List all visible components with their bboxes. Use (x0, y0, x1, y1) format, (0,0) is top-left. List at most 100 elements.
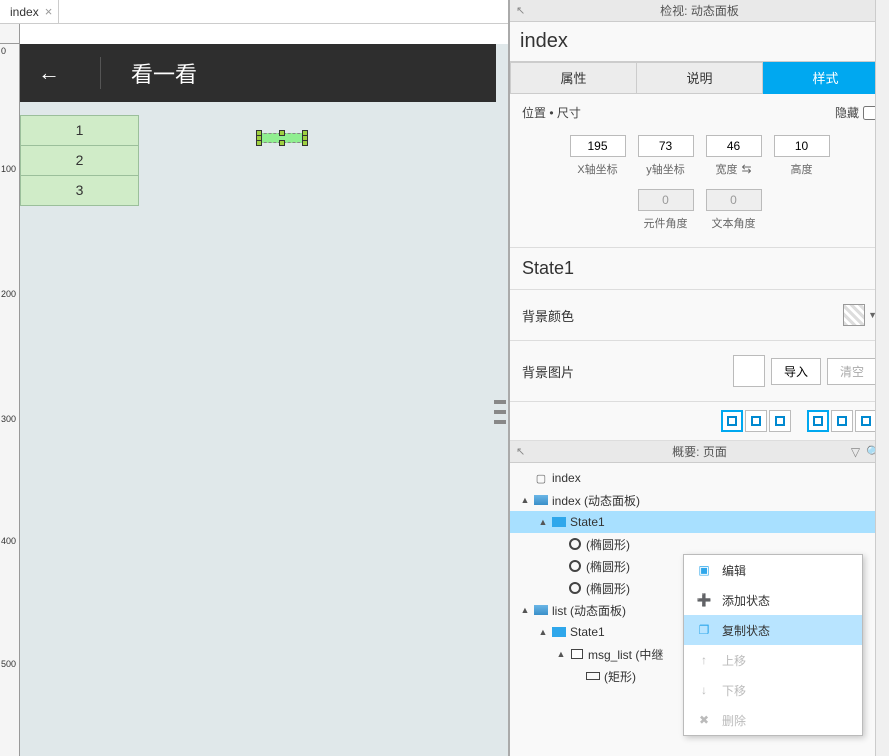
tree-label: (椭圆形) (586, 536, 630, 553)
dynamic-panel-icon (534, 605, 548, 615)
lock-aspect-icon: ⇆ (741, 162, 751, 176)
ruler-tick: 500 (1, 659, 16, 669)
import-button[interactable]: 导入 (771, 358, 821, 385)
tree-row-state[interactable]: ▲ State1 (510, 511, 889, 533)
x-input[interactable] (570, 135, 626, 157)
ctx-copy-state[interactable]: ❐ 复制状态 (684, 615, 862, 645)
ruler-tick: 300 (1, 414, 16, 424)
text-angle-input (706, 189, 762, 211)
tree-label: State1 (570, 625, 605, 639)
h-label: 高度 (791, 161, 813, 177)
tree-row-page[interactable]: ▢ index (510, 467, 889, 489)
ctx-add-state[interactable]: ➕ 添加状态 (684, 585, 862, 615)
ctx-label: 上移 (722, 652, 746, 669)
inspector-header: ↖ 检视: 动态面板 (510, 0, 889, 22)
outline-header-title: 概要: 页面 (672, 443, 727, 460)
collapse-arrow-icon[interactable]: ↖ (516, 4, 525, 17)
copy-icon: ❐ (696, 622, 712, 638)
mockup-title[interactable]: 看一看 (100, 57, 197, 89)
dynamic-panel-icon (534, 495, 548, 505)
txt-angle-label: 文本角度 (712, 215, 756, 231)
y-input[interactable] (638, 135, 694, 157)
bg-color-picker[interactable]: ▼ (843, 304, 877, 326)
close-icon[interactable]: × (45, 4, 53, 19)
collapse-arrow-icon[interactable]: ↖ (516, 445, 525, 458)
state-icon (552, 517, 566, 527)
y-label: y轴坐标 (646, 161, 685, 177)
rect-icon (586, 672, 600, 680)
bg-color-label: 背景颜色 (522, 306, 574, 325)
ctx-label: 下移 (722, 682, 746, 699)
bg-image-preview (733, 355, 765, 387)
list-item[interactable]: 1 (20, 115, 139, 146)
resize-handle[interactable] (279, 130, 285, 136)
scroll-marks (494, 400, 506, 424)
state-name: State1 (510, 248, 889, 290)
align-btn[interactable] (769, 410, 791, 432)
back-arrow-icon[interactable]: ← (38, 60, 60, 86)
width-input[interactable] (706, 135, 762, 157)
list-item[interactable]: 2 (20, 145, 139, 176)
outline-header: ↖ 概要: 页面 ▽🔍 (510, 441, 889, 463)
ellipse-icon (569, 538, 581, 550)
tree-label: (椭圆形) (586, 558, 630, 575)
ellipse-icon (569, 582, 581, 594)
tree-label: (椭圆形) (586, 580, 630, 597)
selected-name[interactable]: index (510, 22, 889, 62)
element-angle-input (638, 189, 694, 211)
ctx-edit[interactable]: ▣ 编辑 (684, 555, 862, 585)
filter-icon: ▽ (851, 445, 860, 459)
design-canvas[interactable]: ← 看一看 1 2 3 (20, 44, 508, 756)
section-bg-color: 背景颜色 ▼ (510, 290, 889, 341)
tree-label: index (动态面板) (552, 492, 640, 509)
selected-dynamic-panel[interactable] (259, 133, 305, 143)
tab-label: index (10, 5, 39, 19)
pos-size-label: 位置 • 尺寸 (522, 104, 581, 121)
ruler-corner (0, 24, 20, 44)
bg-image-label: 背景图片 (522, 362, 574, 381)
ctx-move-up: ↑ 上移 (684, 645, 862, 675)
tab-style[interactable]: 样式 (763, 62, 889, 94)
tree-label: (矩形) (604, 668, 636, 685)
tree-label: State1 (570, 515, 605, 529)
color-swatch-icon (843, 304, 865, 326)
tab-notes[interactable]: 说明 (637, 62, 763, 94)
ctx-label: 复制状态 (722, 622, 770, 639)
page-tab-bar: index × (0, 0, 508, 24)
tab-properties[interactable]: 属性 (510, 62, 637, 94)
resize-handle[interactable] (279, 140, 285, 146)
mockup-header[interactable]: ← 看一看 (20, 44, 496, 102)
page-tab-index[interactable]: index × (0, 0, 59, 23)
resize-handle[interactable] (302, 140, 308, 146)
align-btn[interactable] (855, 410, 877, 432)
up-icon: ↑ (696, 652, 712, 668)
add-icon: ➕ (696, 592, 712, 608)
el-angle-label: 元件角度 (644, 215, 688, 231)
edit-icon: ▣ (696, 562, 712, 578)
ctx-move-down: ↓ 下移 (684, 675, 862, 705)
align-btn[interactable] (745, 410, 767, 432)
align-buttons (510, 402, 889, 441)
page-icon: ▢ (534, 471, 548, 485)
mockup-list[interactable]: 1 2 3 (20, 116, 139, 206)
align-btn[interactable] (721, 410, 743, 432)
list-item[interactable]: 3 (20, 175, 139, 206)
ctx-label: 编辑 (722, 562, 746, 579)
height-input[interactable] (774, 135, 830, 157)
ruler-tick: 0 (1, 46, 6, 56)
clear-button: 清空 (827, 358, 877, 385)
state-icon (552, 627, 566, 637)
x-label: X轴坐标 (577, 161, 617, 177)
canvas-panel: index × 0 100 200 300 0 100 200 300 400 … (0, 0, 509, 756)
tree-row-ellipse[interactable]: (椭圆形) (510, 533, 889, 555)
section-position-size: 位置 • 尺寸 隐藏 X轴坐标 y轴坐标 宽度⇆ 高度 (510, 94, 889, 248)
ruler-vertical[interactable]: 0 100 200 300 400 500 (0, 44, 20, 756)
tree-label: index (552, 471, 581, 485)
align-btn[interactable] (807, 410, 829, 432)
resize-handle[interactable] (256, 140, 262, 146)
tree-row-panel[interactable]: ▲ index (动态面板) (510, 489, 889, 511)
tree-label: msg_list (中继 (588, 646, 663, 663)
align-btn[interactable] (831, 410, 853, 432)
ruler-row: 0 100 200 300 (0, 24, 508, 44)
ruler-tick: 200 (1, 289, 16, 299)
